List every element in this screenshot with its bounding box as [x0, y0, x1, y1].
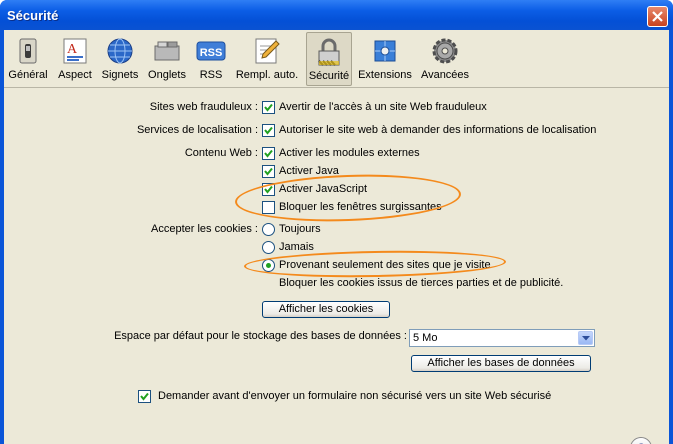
radio-circle[interactable] [262, 223, 275, 236]
tab-label: Signets [101, 69, 139, 81]
lock-icon [318, 38, 340, 66]
show-cookies-button[interactable]: Afficher les cookies [262, 301, 390, 318]
web-content-label: Contenu Web : [184, 147, 258, 159]
tab-security[interactable]: Sécurité [306, 32, 352, 86]
location-checkbox[interactable]: Autoriser le site web à demander des inf… [262, 123, 642, 139]
security-panel: Sites web frauduleux : Avertir de l'accè… [4, 89, 669, 444]
storage-value: 5 Mo [413, 332, 438, 344]
tab-label: RSS [199, 69, 223, 81]
checkmark-icon [264, 126, 273, 135]
tab-label: Onglets [148, 69, 186, 81]
tab-extensions[interactable]: Extensions [356, 32, 414, 86]
tab-label: Extensions [358, 69, 412, 81]
checkbox-box[interactable] [262, 165, 275, 178]
preferences-toolbar: Général A Aspect Signets Onglets RSS RSS… [4, 30, 669, 88]
checkbox-box[interactable] [262, 124, 275, 137]
storage-label: Espace par défaut pour le stockage des b… [114, 330, 407, 342]
fraud-warning-checkbox[interactable]: Avertir de l'accès à un site Web fraudul… [262, 100, 562, 116]
location-label: Services de localisation : [136, 124, 258, 136]
tab-label: Aspect [58, 69, 92, 81]
close-button[interactable] [647, 6, 668, 27]
tab-label: Avancées [420, 69, 470, 81]
tab-label: Rempl. auto. [235, 69, 299, 81]
globe-icon [107, 38, 133, 64]
fraud-label: Sites web frauduleux : [149, 101, 258, 113]
tab-rss[interactable]: RSS RSS [192, 32, 230, 86]
help-button[interactable]: ? [630, 437, 652, 444]
svg-text:RSS: RSS [200, 47, 223, 59]
tab-autofill[interactable]: Rempl. auto. [233, 32, 301, 86]
tab-bookmarks[interactable]: Signets [98, 32, 142, 86]
checkbox-label: Avertir de l'accès à un site Web fraudul… [279, 101, 487, 113]
show-databases-button[interactable]: Afficher les bases de données [411, 355, 591, 372]
checkmark-icon [264, 149, 273, 158]
plugins-checkbox[interactable]: Activer les modules externes [262, 146, 462, 162]
tabs-icon [154, 41, 180, 61]
cookies-always-radio[interactable]: Toujours [262, 222, 382, 238]
title-bar[interactable]: Sécurité [0, 0, 673, 30]
switch-icon [19, 38, 37, 64]
svg-text:A: A [67, 42, 78, 57]
radio-circle[interactable] [262, 241, 275, 254]
preferences-window: Sécurité Général A Aspect Signets Onglet… [0, 0, 673, 444]
tab-label: Général [8, 69, 48, 81]
checkmark-icon [264, 103, 273, 112]
window-title: Sécurité [7, 8, 59, 23]
storage-select[interactable]: 5 Mo [409, 329, 595, 347]
checkbox-label: Activer les modules externes [279, 147, 420, 159]
chevron-down-icon [582, 336, 590, 341]
cookies-note: Bloquer les cookies issus de tierces par… [279, 277, 564, 289]
close-icon [652, 11, 663, 22]
tab-tabs[interactable]: Onglets [144, 32, 190, 86]
dropdown-button[interactable] [578, 331, 593, 345]
checkmark-icon [140, 392, 149, 401]
insecure-form-checkbox[interactable]: Demander avant d'envoyer un formulaire n… [138, 389, 558, 405]
pencil-icon [255, 38, 280, 64]
cookies-label: Accepter les cookies : [151, 223, 258, 235]
rss-icon: RSS [196, 41, 226, 61]
tab-advanced[interactable]: Avancées [418, 32, 472, 86]
puzzle-icon [374, 40, 396, 62]
tab-general[interactable]: Général [6, 32, 50, 86]
font-icon: A [63, 38, 87, 64]
radio-label: Jamais [279, 241, 314, 253]
tab-aspect[interactable]: A Aspect [54, 32, 96, 86]
radio-label: Toujours [279, 223, 321, 235]
checkbox-box[interactable] [138, 390, 151, 403]
window-content: Général A Aspect Signets Onglets RSS RSS… [4, 30, 669, 444]
tab-label: Sécurité [308, 70, 350, 82]
checkbox-box[interactable] [262, 147, 275, 160]
checkbox-box[interactable] [262, 101, 275, 114]
checkbox-label: Demander avant d'envoyer un formulaire n… [158, 390, 552, 402]
gear-icon [432, 38, 458, 64]
checkbox-label: Autoriser le site web à demander des inf… [279, 124, 597, 136]
checkmark-icon [264, 167, 273, 176]
